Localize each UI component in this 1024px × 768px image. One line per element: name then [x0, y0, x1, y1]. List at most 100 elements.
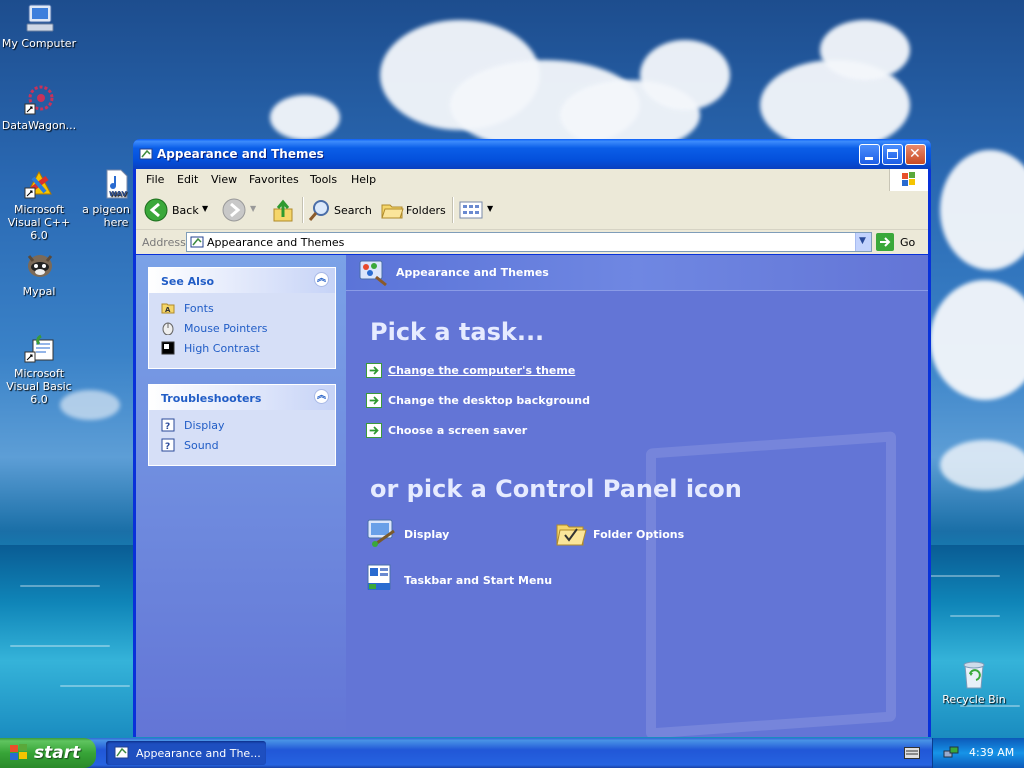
desktop-icon-visual-cpp[interactable]: Microsoft Visual C++ 6.0 [0, 168, 79, 242]
see-also-label: High Contrast [184, 342, 260, 355]
search-button[interactable]: Search [308, 197, 374, 223]
collapse-icon[interactable]: ︽ [314, 389, 329, 404]
desktop-icon-my-computer[interactable]: My Computer [0, 2, 79, 50]
back-button[interactable]: Back ▼ [144, 197, 212, 223]
explorer-window: Appearance and Themes ✕ File Edit View F… [133, 139, 931, 737]
menu-tools[interactable]: Tools [310, 173, 337, 186]
forward-button[interactable]: ▼ [222, 197, 262, 223]
task-label: Change the desktop background [388, 394, 590, 407]
task-label: Choose a screen saver [388, 424, 528, 437]
main-pane: Appearance and Themes Pick a task... Cha… [346, 255, 928, 737]
toolbar-separator [302, 197, 304, 223]
control-panel-icon [114, 746, 129, 759]
windows-logo-icon [10, 744, 27, 760]
chevron-down-icon: ▼ [859, 236, 866, 246]
views-button[interactable]: ▼ [458, 197, 498, 223]
taskbar-window-button[interactable]: Appearance and The... [106, 741, 266, 765]
see-also-item-fonts[interactable]: A Fonts [149, 299, 335, 319]
svg-text:WAV: WAV [109, 190, 127, 198]
arrow-right-icon [366, 363, 382, 378]
go-button[interactable]: Go [876, 232, 922, 252]
see-also-header[interactable]: See Also ︽ [149, 268, 335, 293]
folders-icon [381, 204, 404, 219]
minimize-button[interactable] [859, 144, 880, 165]
pick-icon-heading: or pick a Control Panel icon [370, 475, 742, 503]
menu-favorites[interactable]: Favorites [249, 173, 299, 186]
collapse-icon[interactable]: ︽ [314, 272, 329, 287]
clock[interactable]: 4:39 AM [969, 746, 1014, 759]
folders-button[interactable]: Folders [380, 197, 446, 223]
back-dropdown-icon[interactable]: ▼ [202, 204, 208, 213]
start-button[interactable]: start [0, 738, 96, 768]
cp-icon-folder-options[interactable]: Folder Options [555, 517, 705, 551]
taskbar-window-label: Appearance and The... [136, 747, 261, 760]
desktop-icon-recycle-bin[interactable]: Recycle Bin [934, 658, 1014, 706]
system-tray: 4:39 AM [932, 738, 1024, 768]
troubleshooter-label: Display [184, 419, 225, 432]
desktop-icon-label: Mypal [22, 285, 56, 298]
cp-icon-label: Display [404, 528, 450, 541]
taskbar-icon [367, 564, 391, 590]
start-label: start [34, 743, 81, 763]
menu-view[interactable]: View [211, 173, 237, 186]
taskbar: start Appearance and The... 4:39 AM [0, 738, 1024, 768]
desktop-icon-datawagon[interactable]: DataWagon... [0, 84, 79, 132]
maximize-button[interactable] [882, 144, 903, 165]
menu-file[interactable]: File [146, 173, 164, 186]
up-folder-button[interactable] [270, 197, 296, 223]
cp-icon-taskbar-start-menu[interactable]: Taskbar and Start Menu [366, 563, 556, 597]
desktop-icon-visual-basic[interactable]: Microsoft Visual Basic 6.0 [0, 332, 79, 406]
high-contrast-icon [161, 341, 175, 355]
arrow-right-icon [366, 393, 382, 408]
mouse-icon [162, 322, 174, 335]
troubleshooters-panel: Troubleshooters ︽ ? Display ? Sound [148, 384, 336, 466]
main-header-title: Appearance and Themes [396, 266, 549, 279]
keyboard-icon[interactable] [904, 747, 920, 759]
svg-text:?: ? [165, 422, 170, 432]
menu-help[interactable]: Help [351, 173, 376, 186]
desktop-icon-mypal[interactable]: Mypal [0, 250, 79, 298]
menu-edit[interactable]: Edit [177, 173, 198, 186]
svg-text:?: ? [165, 442, 170, 452]
address-dropdown-button[interactable]: ▼ [855, 233, 871, 251]
see-also-item-mouse-pointers[interactable]: Mouse Pointers [149, 319, 335, 339]
cloud [820, 20, 910, 80]
pick-task-heading: Pick a task... [370, 318, 545, 346]
go-label: Go [900, 236, 916, 249]
maximize-icon [887, 149, 898, 159]
network-icon[interactable] [943, 745, 959, 761]
toolbar-separator [452, 197, 454, 223]
help-icon: ? [161, 438, 175, 452]
cloud [940, 440, 1024, 490]
address-label: Address [142, 236, 186, 249]
troubleshooter-item-sound[interactable]: ? Sound [149, 436, 335, 456]
datawagon-icon [23, 84, 55, 116]
help-icon: ? [161, 418, 175, 432]
troubleshooters-header[interactable]: Troubleshooters ︽ [149, 385, 335, 410]
back-label: Back [172, 204, 199, 217]
back-arrow-icon [144, 198, 168, 222]
troubleshooter-item-display[interactable]: ? Display [149, 416, 335, 436]
close-icon: ✕ [909, 146, 921, 162]
close-button[interactable]: ✕ [905, 144, 926, 165]
cloud [930, 280, 1024, 400]
up-folder-icon [273, 199, 293, 222]
address-value: Appearance and Themes [207, 236, 345, 249]
toolbar: Back ▼ ▼ Search Folders ▼ [136, 191, 928, 230]
window-title: Appearance and Themes [157, 147, 324, 161]
desktop-icon-label: Recycle Bin [942, 693, 1006, 706]
recycle-bin-icon [958, 658, 990, 690]
fonts-folder-icon: A [161, 303, 175, 314]
main-header: Appearance and Themes [346, 255, 928, 291]
forward-arrow-icon [222, 198, 246, 222]
see-also-label: Fonts [184, 302, 214, 315]
content-area: See Also ︽ A Fonts Mouse Pointers High C… [136, 255, 928, 737]
see-also-panel: See Also ︽ A Fonts Mouse Pointers High C… [148, 267, 336, 369]
appearance-themes-icon [359, 260, 387, 287]
see-also-label: Mouse Pointers [184, 322, 268, 335]
title-bar[interactable]: Appearance and Themes ✕ [133, 139, 931, 169]
forward-dropdown-icon: ▼ [250, 204, 257, 213]
address-field[interactable]: Appearance and Themes ▼ [186, 232, 872, 252]
cp-icon-display[interactable]: Display [366, 517, 516, 551]
see-also-item-high-contrast[interactable]: High Contrast [149, 339, 335, 359]
